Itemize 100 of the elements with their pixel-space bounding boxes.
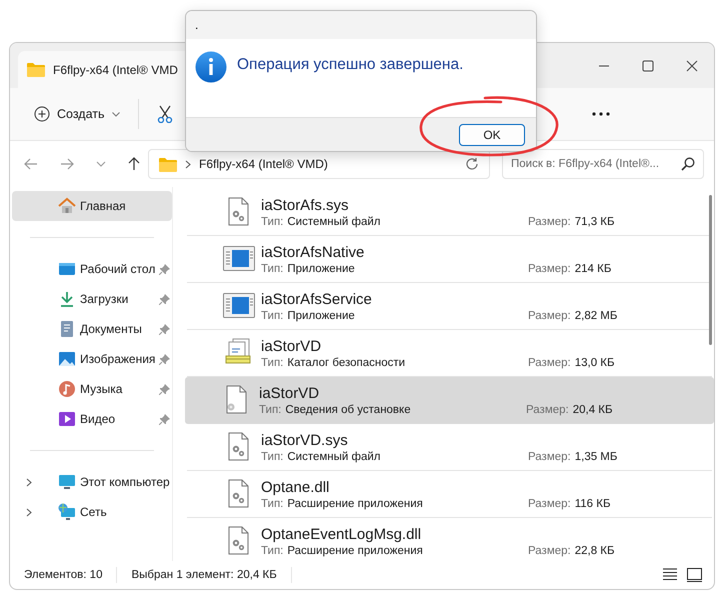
file-name: iaStorAfsNative bbox=[261, 244, 366, 260]
info-icon bbox=[195, 51, 227, 83]
file-type: Сведения об установке bbox=[285, 404, 411, 416]
breadcrumb[interactable]: F6flpy-x64 (Intel® VMD) bbox=[199, 157, 457, 171]
type-label: Тип: bbox=[259, 404, 282, 416]
ok-button[interactable]: OK bbox=[459, 124, 525, 146]
type-label: Тип: bbox=[261, 262, 284, 274]
file-name: iaStorVD bbox=[261, 338, 322, 354]
file-name: OptaneEventLogMsg.dll bbox=[261, 526, 422, 542]
dialog-title: . bbox=[195, 18, 198, 32]
search-field[interactable]: Поиск в: F6flpy-x64 (Intel®... bbox=[502, 149, 704, 179]
forward-arrow-icon[interactable] bbox=[60, 158, 74, 170]
music-icon bbox=[58, 380, 76, 398]
file-type: Системный файл bbox=[287, 450, 381, 462]
details-view-icon[interactable] bbox=[663, 568, 677, 581]
file-size: 1,35 МБ bbox=[574, 450, 618, 462]
size-label: Размер: bbox=[528, 356, 571, 368]
file-type: Каталог безопасности bbox=[287, 356, 406, 368]
file-row[interactable]: iaStorAfsService Тип: Приложение Размер: 2,82 МБ bbox=[187, 283, 712, 330]
plus-icon bbox=[34, 106, 50, 122]
type-label: Тип: bbox=[261, 544, 284, 556]
pin-icon[interactable] bbox=[159, 264, 170, 274]
scrollbar[interactable] bbox=[709, 195, 712, 345]
application-icon bbox=[223, 246, 255, 272]
file-row[interactable]: Optane.dll Тип: Расширение приложения Размер: 116 КБ bbox=[187, 471, 712, 518]
scissors-icon[interactable] bbox=[156, 105, 173, 123]
file-type: Приложение bbox=[287, 262, 355, 274]
back-arrow-icon[interactable] bbox=[24, 158, 38, 170]
file-row[interactable]: iaStorAfs.sys Тип: Системный файл Размер: 71,3 КБ bbox=[187, 189, 712, 236]
size-label: Размер: bbox=[528, 262, 571, 274]
file-size: 22,8 КБ bbox=[574, 544, 615, 556]
application-icon bbox=[223, 293, 255, 319]
file-size: 13,0 КБ bbox=[574, 356, 615, 368]
caret-icon bbox=[112, 112, 120, 116]
download-icon bbox=[58, 290, 76, 308]
type-label: Тип: bbox=[261, 216, 284, 228]
file-size: 71,3 КБ bbox=[574, 216, 615, 228]
file-name: iaStorVD.sys bbox=[261, 432, 349, 448]
type-label: Тип: bbox=[261, 356, 284, 368]
sidebar-item[interactable]: Музыка bbox=[12, 374, 172, 404]
sidebar-item[interactable]: Этот компьютер bbox=[12, 467, 172, 497]
refresh-icon[interactable] bbox=[465, 157, 479, 171]
file-type: Приложение bbox=[287, 310, 355, 322]
selection-info: Выбран 1 элемент: 20,4 КБ bbox=[131, 569, 277, 581]
type-label: Тип: bbox=[261, 498, 284, 510]
network-icon bbox=[58, 503, 76, 521]
sidebar-item[interactable]: Документы bbox=[12, 314, 172, 344]
sidebar-item[interactable]: Рабочий стол bbox=[12, 254, 172, 284]
sidebar-item[interactable]: Главная bbox=[12, 191, 172, 221]
pin-icon[interactable] bbox=[159, 384, 170, 394]
sidebar-item[interactable]: Видео bbox=[12, 404, 172, 434]
file-row[interactable]: iaStorVD Тип: Сведения об установке Размер: 20,4 КБ bbox=[185, 377, 714, 424]
file-name: iaStorAfsService bbox=[261, 290, 373, 308]
file-size: 2,82 МБ bbox=[574, 310, 618, 322]
maximize-icon[interactable] bbox=[642, 60, 654, 72]
address-folder-icon bbox=[159, 156, 177, 172]
image-icon bbox=[58, 350, 76, 368]
size-label: Размер: bbox=[528, 216, 571, 228]
tiles-view-icon[interactable] bbox=[687, 568, 702, 582]
home-icon bbox=[58, 197, 76, 215]
size-label: Размер: bbox=[528, 310, 571, 322]
more-icon[interactable] bbox=[592, 112, 610, 116]
video-icon bbox=[58, 410, 76, 428]
file-name: iaStorVD bbox=[259, 384, 320, 402]
sidebar-item[interactable]: Сеть bbox=[12, 497, 172, 527]
pin-icon[interactable] bbox=[159, 414, 170, 424]
pin-icon[interactable] bbox=[159, 294, 170, 304]
file-row[interactable]: iaStorVD.sys Тип: Системный файл Размер: 1,35 МБ bbox=[187, 424, 712, 471]
pin-icon[interactable] bbox=[159, 324, 170, 334]
pin-icon[interactable] bbox=[159, 354, 170, 364]
expand-chevron-icon bbox=[26, 478, 32, 486]
type-label: Тип: bbox=[261, 450, 284, 462]
file-type: Расширение приложения bbox=[287, 544, 423, 556]
file-row[interactable]: iaStorAfsNative Тип: Приложение Размер: 214 КБ bbox=[187, 236, 712, 283]
file-size: 20,4 КБ bbox=[572, 404, 613, 416]
size-label: Размер: bbox=[528, 498, 571, 510]
file-row[interactable]: OptaneEventLogMsg.dll Тип: Расширение приложения Размер: 22,8 КБ bbox=[187, 518, 712, 561]
item-count: Элементов: 10 bbox=[24, 569, 102, 581]
sidebar-item[interactable]: Изображения bbox=[12, 344, 172, 374]
desktop-icon bbox=[58, 260, 76, 278]
file-type: Расширение приложения bbox=[287, 498, 423, 510]
document-icon bbox=[58, 320, 76, 338]
new-button[interactable]: Создать bbox=[30, 102, 124, 126]
chevron-down-icon[interactable] bbox=[96, 161, 106, 167]
file-size: 214 КБ bbox=[574, 262, 612, 274]
sidebar-item[interactable]: Загрузки bbox=[12, 284, 172, 314]
up-arrow-icon[interactable] bbox=[128, 157, 140, 171]
file-type: Системный файл bbox=[287, 216, 381, 228]
file-name: iaStorAfs.sys bbox=[261, 196, 350, 214]
size-label: Размер: bbox=[526, 404, 569, 416]
close-icon[interactable] bbox=[686, 60, 698, 72]
type-label: Тип: bbox=[261, 310, 284, 322]
folder-icon bbox=[27, 62, 45, 77]
search-icon[interactable] bbox=[681, 157, 695, 171]
expand-chevron-icon bbox=[26, 508, 32, 516]
breadcrumb-chevron-icon bbox=[185, 160, 191, 168]
size-label: Размер: bbox=[528, 450, 571, 462]
computer-icon bbox=[58, 473, 76, 491]
file-size: 116 КБ bbox=[574, 498, 611, 510]
size-label: Размер: bbox=[528, 544, 571, 556]
